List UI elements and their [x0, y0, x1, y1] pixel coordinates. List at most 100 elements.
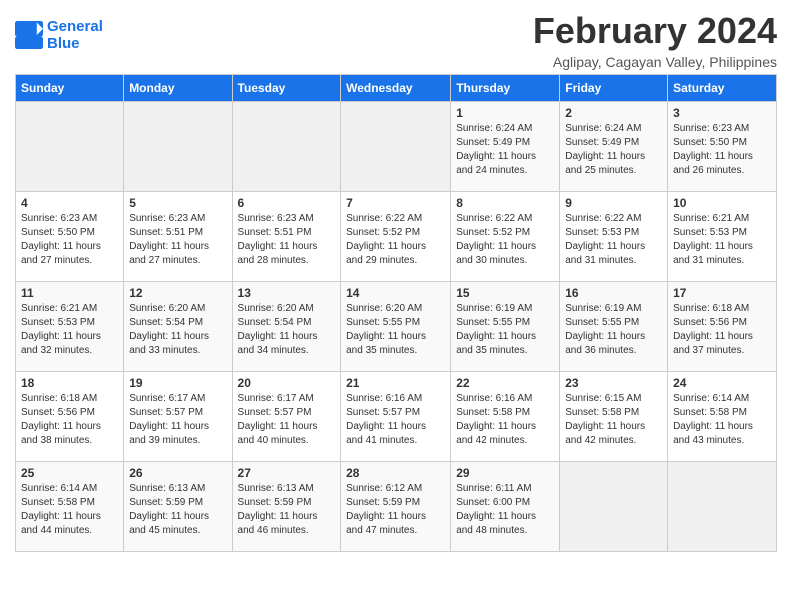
day-number: 20 — [238, 376, 336, 390]
day-info: Sunrise: 6:20 AM Sunset: 5:54 PM Dayligh… — [129, 302, 226, 358]
day-info: Sunrise: 6:22 AM Sunset: 5:52 PM Dayligh… — [346, 212, 445, 268]
day-cell: 4 Sunrise: 6:23 AM Sunset: 5:50 PM Daylig… — [16, 192, 124, 282]
day-number: 26 — [129, 466, 226, 480]
day-info: Sunrise: 6:24 AM Sunset: 5:49 PM Dayligh… — [456, 122, 554, 178]
weekday-sunday: Sunday — [16, 75, 124, 102]
day-cell: 20 Sunrise: 6:17 AM Sunset: 5:57 PM Dayli… — [232, 372, 341, 462]
day-cell: 28 Sunrise: 6:12 AM Sunset: 5:59 PM Dayli… — [341, 462, 451, 552]
day-info: Sunrise: 6:13 AM Sunset: 5:59 PM Dayligh… — [238, 482, 336, 538]
day-info: Sunrise: 6:23 AM Sunset: 5:50 PM Dayligh… — [21, 212, 118, 268]
day-cell: 27 Sunrise: 6:13 AM Sunset: 5:59 PM Dayli… — [232, 462, 341, 552]
weekday-thursday: Thursday — [451, 75, 560, 102]
day-info: Sunrise: 6:23 AM Sunset: 5:50 PM Dayligh… — [673, 122, 771, 178]
title-block: February 2024 Aglipay, Cagayan Valley, P… — [533, 10, 777, 70]
day-info: Sunrise: 6:17 AM Sunset: 5:57 PM Dayligh… — [129, 392, 226, 448]
logo: General Blue — [15, 18, 103, 52]
weekday-friday: Friday — [560, 75, 668, 102]
week-row-1: 1 Sunrise: 6:24 AM Sunset: 5:49 PM Daylig… — [16, 102, 777, 192]
day-info: Sunrise: 6:16 AM Sunset: 5:57 PM Dayligh… — [346, 392, 445, 448]
day-info: Sunrise: 6:16 AM Sunset: 5:58 PM Dayligh… — [456, 392, 554, 448]
day-number: 2 — [565, 106, 662, 120]
logo-icon — [15, 21, 43, 49]
day-number: 15 — [456, 286, 554, 300]
weekday-monday: Monday — [124, 75, 232, 102]
day-info: Sunrise: 6:22 AM Sunset: 5:53 PM Dayligh… — [565, 212, 662, 268]
day-cell: 2 Sunrise: 6:24 AM Sunset: 5:49 PM Daylig… — [560, 102, 668, 192]
day-info: Sunrise: 6:21 AM Sunset: 5:53 PM Dayligh… — [21, 302, 118, 358]
day-number: 9 — [565, 196, 662, 210]
day-cell: 10 Sunrise: 6:21 AM Sunset: 5:53 PM Dayli… — [668, 192, 777, 282]
calendar-table: SundayMondayTuesdayWednesdayThursdayFrid… — [15, 74, 777, 552]
day-cell: 8 Sunrise: 6:22 AM Sunset: 5:52 PM Daylig… — [451, 192, 560, 282]
day-info: Sunrise: 6:20 AM Sunset: 5:55 PM Dayligh… — [346, 302, 445, 358]
day-info: Sunrise: 6:18 AM Sunset: 5:56 PM Dayligh… — [21, 392, 118, 448]
day-cell: 15 Sunrise: 6:19 AM Sunset: 5:55 PM Dayli… — [451, 282, 560, 372]
weekday-header-row: SundayMondayTuesdayWednesdayThursdayFrid… — [16, 75, 777, 102]
day-cell: 29Sunrise: 6:11 AM Sunset: 6:00 PM Dayli… — [451, 462, 560, 552]
day-number: 3 — [673, 106, 771, 120]
day-cell: 3 Sunrise: 6:23 AM Sunset: 5:50 PM Daylig… — [668, 102, 777, 192]
day-cell: 25Sunrise: 6:14 AM Sunset: 5:58 PM Dayli… — [16, 462, 124, 552]
day-cell: 6Sunrise: 6:23 AM Sunset: 5:51 PM Daylig… — [232, 192, 341, 282]
day-cell: 16 Sunrise: 6:19 AM Sunset: 5:55 PM Dayli… — [560, 282, 668, 372]
day-number: 27 — [238, 466, 336, 480]
day-number: 4 — [21, 196, 118, 210]
day-number: 7 — [346, 196, 445, 210]
logo-text: General Blue — [47, 18, 103, 52]
day-cell: 5 Sunrise: 6:23 AM Sunset: 5:51 PM Daylig… — [124, 192, 232, 282]
day-info: Sunrise: 6:17 AM Sunset: 5:57 PM Dayligh… — [238, 392, 336, 448]
month-title: February 2024 — [533, 10, 777, 52]
day-cell: 18 Sunrise: 6:18 AM Sunset: 5:56 PM Dayli… — [16, 372, 124, 462]
day-number: 5 — [129, 196, 226, 210]
page-header: General Blue February 2024 Aglipay, Caga… — [15, 10, 777, 70]
day-cell — [124, 102, 232, 192]
day-info: Sunrise: 6:13 AM Sunset: 5:59 PM Dayligh… — [129, 482, 226, 538]
day-number: 22 — [456, 376, 554, 390]
weekday-saturday: Saturday — [668, 75, 777, 102]
day-cell — [16, 102, 124, 192]
day-number: 11 — [21, 286, 118, 300]
day-info: Sunrise: 6:23 AM Sunset: 5:51 PM Dayligh… — [129, 212, 226, 268]
day-number: 1 — [456, 106, 554, 120]
day-number: 24 — [673, 376, 771, 390]
day-cell: 23Sunrise: 6:15 AM Sunset: 5:58 PM Dayli… — [560, 372, 668, 462]
day-number: 28 — [346, 466, 445, 480]
day-number: 25 — [21, 466, 118, 480]
week-row-3: 11 Sunrise: 6:21 AM Sunset: 5:53 PM Dayli… — [16, 282, 777, 372]
day-number: 19 — [129, 376, 226, 390]
day-number: 17 — [673, 286, 771, 300]
day-cell: 12 Sunrise: 6:20 AM Sunset: 5:54 PM Dayli… — [124, 282, 232, 372]
day-cell: 21Sunrise: 6:16 AM Sunset: 5:57 PM Dayli… — [341, 372, 451, 462]
day-number: 14 — [346, 286, 445, 300]
day-number: 6 — [238, 196, 336, 210]
day-cell: 11 Sunrise: 6:21 AM Sunset: 5:53 PM Dayli… — [16, 282, 124, 372]
day-cell: 13Sunrise: 6:20 AM Sunset: 5:54 PM Dayli… — [232, 282, 341, 372]
day-info: Sunrise: 6:11 AM Sunset: 6:00 PM Dayligh… — [456, 482, 554, 538]
day-cell: 24Sunrise: 6:14 AM Sunset: 5:58 PM Dayli… — [668, 372, 777, 462]
day-cell — [341, 102, 451, 192]
day-cell: 26 Sunrise: 6:13 AM Sunset: 5:59 PM Dayli… — [124, 462, 232, 552]
day-info: Sunrise: 6:22 AM Sunset: 5:52 PM Dayligh… — [456, 212, 554, 268]
day-cell — [668, 462, 777, 552]
day-cell: 17 Sunrise: 6:18 AM Sunset: 5:56 PM Dayli… — [668, 282, 777, 372]
day-number: 8 — [456, 196, 554, 210]
day-number: 18 — [21, 376, 118, 390]
weekday-tuesday: Tuesday — [232, 75, 341, 102]
calendar-body: 1 Sunrise: 6:24 AM Sunset: 5:49 PM Daylig… — [16, 102, 777, 552]
day-info: Sunrise: 6:24 AM Sunset: 5:49 PM Dayligh… — [565, 122, 662, 178]
week-row-4: 18 Sunrise: 6:18 AM Sunset: 5:56 PM Dayli… — [16, 372, 777, 462]
day-cell: 22 Sunrise: 6:16 AM Sunset: 5:58 PM Dayli… — [451, 372, 560, 462]
day-number: 12 — [129, 286, 226, 300]
day-number: 16 — [565, 286, 662, 300]
day-cell: 14 Sunrise: 6:20 AM Sunset: 5:55 PM Dayli… — [341, 282, 451, 372]
day-info: Sunrise: 6:21 AM Sunset: 5:53 PM Dayligh… — [673, 212, 771, 268]
day-info: Sunrise: 6:19 AM Sunset: 5:55 PM Dayligh… — [565, 302, 662, 358]
day-info: Sunrise: 6:12 AM Sunset: 5:59 PM Dayligh… — [346, 482, 445, 538]
day-info: Sunrise: 6:19 AM Sunset: 5:55 PM Dayligh… — [456, 302, 554, 358]
day-info: Sunrise: 6:20 AM Sunset: 5:54 PM Dayligh… — [238, 302, 336, 358]
day-number: 23 — [565, 376, 662, 390]
day-number: 10 — [673, 196, 771, 210]
weekday-wednesday: Wednesday — [341, 75, 451, 102]
week-row-5: 25Sunrise: 6:14 AM Sunset: 5:58 PM Dayli… — [16, 462, 777, 552]
day-info: Sunrise: 6:18 AM Sunset: 5:56 PM Dayligh… — [673, 302, 771, 358]
